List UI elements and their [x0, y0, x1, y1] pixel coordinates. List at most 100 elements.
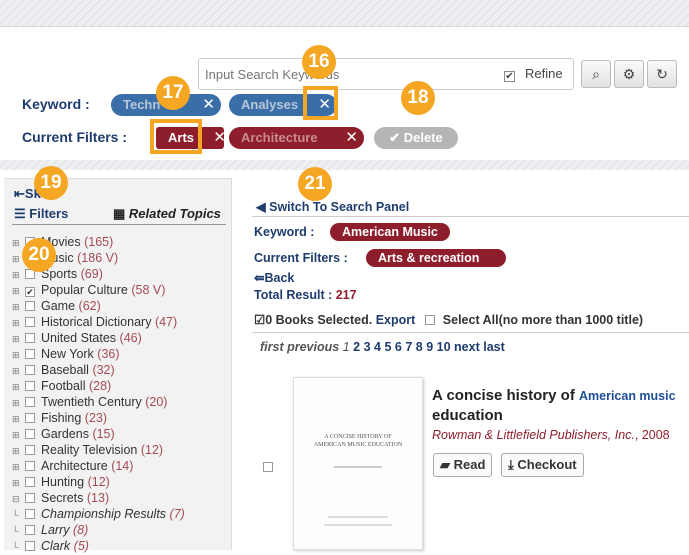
keyword-value-tag: American Music [330, 223, 450, 241]
top-banner [0, 0, 689, 27]
tree-checkbox[interactable] [25, 525, 35, 535]
callout-badge: 19 [34, 166, 68, 200]
tree-item[interactable]: ⊞ Baseball (32) [12, 362, 115, 378]
checked-box-icon: ☑ [254, 313, 266, 327]
search-input[interactable] [199, 59, 489, 89]
book-publisher: Rowman & Littlefield Publishers, Inc. [432, 428, 635, 442]
export-link[interactable]: Export [376, 313, 416, 327]
tree-checkbox[interactable] [25, 477, 35, 487]
tree-item[interactable]: ⊞ Fishing (23) [12, 410, 107, 426]
tree-icon: ▦ [113, 206, 126, 221]
tree-item[interactable]: ⊞ Historical Dictionary (47) [12, 314, 177, 330]
tree-checkbox[interactable] [25, 317, 35, 327]
search-button[interactable]: ⌕ [581, 60, 611, 88]
tree-item[interactable]: ⊞ Game (62) [12, 298, 101, 314]
refine-checkbox[interactable]: ✔ [504, 71, 515, 82]
remove-keyword-icon[interactable]: ✕ [202, 94, 215, 116]
book-year: , 2008 [634, 428, 670, 442]
tree-checkbox[interactable] [25, 429, 35, 439]
tree-item[interactable]: └ Championship Results (7) [12, 506, 185, 522]
search-icon: ⌕ [592, 66, 600, 82]
left-triangle-icon: ◀ [256, 200, 266, 214]
page-previous[interactable]: previous [287, 340, 339, 354]
book-cover-title: A CONCISE HISTORY OF AMERICAN MUSIC EDUC… [313, 434, 403, 448]
keyword-label: Keyword : [254, 225, 315, 239]
divider [0, 160, 689, 170]
page-link[interactable]: 6 [395, 340, 402, 354]
tree-item[interactable]: ⊞ Reality Television (12) [12, 442, 163, 458]
tree-item[interactable]: ⊞ Football (28) [12, 378, 111, 394]
page-link[interactable]: 4 [374, 340, 381, 354]
page-link[interactable]: 3 [364, 340, 371, 354]
highlight-remove-keyword [303, 86, 338, 120]
tree-item[interactable]: └ Larry (8) [12, 522, 88, 538]
book-cover[interactable]: A CONCISE HISTORY OF AMERICAN MUSIC EDUC… [293, 377, 423, 550]
callout-badge: 16 [302, 45, 336, 79]
refresh-button[interactable]: ↻ [647, 60, 677, 88]
tree-checkbox[interactable] [25, 509, 35, 519]
tree-checkbox[interactable]: ✔ [25, 287, 35, 297]
selection-bar: ☑0 Books Selected. Export Select All(no … [254, 312, 643, 327]
page-last[interactable]: last [483, 340, 505, 354]
book-title[interactable]: A concise history of American music educ… [432, 386, 689, 426]
callout-badge: 18 [401, 81, 435, 115]
page-link[interactable]: 9 [426, 340, 433, 354]
read-button[interactable]: ▰ Read [433, 453, 493, 477]
callout-badge: 17 [156, 76, 190, 110]
tree-item[interactable]: ⊞ Architecture (14) [12, 458, 133, 474]
delete-label: Delete [403, 130, 443, 145]
tree-checkbox[interactable] [25, 493, 35, 503]
divider [252, 332, 689, 333]
remove-filter-icon[interactable]: ✕ [345, 127, 358, 149]
callout-badge: 20 [22, 238, 56, 272]
tree-item[interactable]: ⊞ New York (36) [12, 346, 120, 362]
delete-filters-button[interactable]: ✔ Delete [374, 127, 458, 149]
back-link[interactable]: ⇚Back [254, 270, 294, 285]
book-select-checkbox[interactable] [263, 462, 273, 472]
page-link[interactable]: 8 [416, 340, 423, 354]
current-filters-label: Current Filters : [22, 129, 128, 145]
tree-item[interactable]: └ Clark (5) [12, 538, 89, 554]
tree-checkbox[interactable] [25, 333, 35, 343]
keyword-label: Keyword : [22, 96, 90, 112]
page-first[interactable]: first [260, 340, 284, 354]
total-result-value: 217 [335, 288, 357, 302]
page-link[interactable]: 5 [384, 340, 391, 354]
tree-checkbox[interactable] [25, 397, 35, 407]
divider [252, 216, 689, 217]
tree-item[interactable]: ⊞ United States (46) [12, 330, 142, 346]
switch-to-search-link[interactable]: ◀ Switch To Search Panel [256, 199, 409, 214]
page-link[interactable]: 2 [353, 340, 360, 354]
tree-checkbox[interactable] [25, 445, 35, 455]
checkout-button[interactable]: ⤓ Checkout [501, 453, 584, 477]
refine-option[interactable]: ✔ Refine [504, 66, 563, 82]
pagination: first previous 1 2 3 4 5 6 7 8 9 10 next… [260, 340, 505, 354]
keyword-tag-label: Techn [123, 97, 161, 112]
books-selected-text: 0 Books Selected. [265, 313, 373, 327]
cover-line [334, 466, 382, 468]
book-icon: ▰ [440, 457, 450, 472]
tab-filters[interactable]: ☰ Filters [14, 206, 68, 222]
keyword-tag-label: Analyses [241, 97, 299, 112]
tree-checkbox[interactable] [25, 381, 35, 391]
book-publisher-line: Rowman & Littlefield Publishers, Inc., 2… [432, 428, 670, 442]
tree-item[interactable]: ⊞ Twentieth Century (20) [12, 394, 167, 410]
tree-checkbox[interactable] [25, 301, 35, 311]
remove-filter-icon[interactable]: ✕ [213, 127, 226, 149]
settings-button[interactable]: ⚙ [614, 60, 644, 88]
page-link[interactable]: 10 [437, 340, 451, 354]
page-link[interactable]: 7 [405, 340, 412, 354]
select-all-checkbox[interactable] [424, 315, 435, 325]
tree-item[interactable]: ⊞ Gardens (15) [12, 426, 115, 442]
refresh-icon: ↻ [656, 66, 668, 82]
tree-item[interactable]: ⊞ Sports (69) [12, 266, 103, 282]
tab-related-topics[interactable]: ▦ Related Topics [113, 206, 221, 222]
tree-item[interactable]: ⊞ Hunting (12) [12, 474, 110, 490]
tree-checkbox[interactable] [25, 461, 35, 471]
tree-checkbox[interactable] [25, 413, 35, 423]
tree-checkbox[interactable] [25, 365, 35, 375]
page-next[interactable]: next [454, 340, 480, 354]
tree-checkbox[interactable] [25, 349, 35, 359]
tree-item[interactable]: ⊟ Secrets (13) [12, 490, 109, 506]
tree-item[interactable]: ⊞ ✔ Popular Culture (58 V) [12, 282, 165, 298]
